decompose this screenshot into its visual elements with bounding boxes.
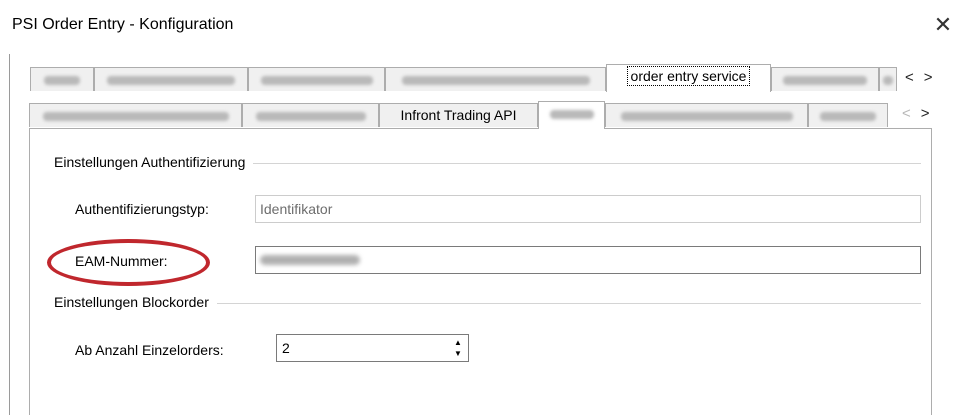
order-count-spinner[interactable]: 2 ▲ ▼ xyxy=(276,334,469,362)
tab-order-entry-service-label: order entry service xyxy=(626,66,751,86)
tab-row1-6[interactable] xyxy=(771,67,879,91)
tab-row2-5[interactable] xyxy=(605,103,808,127)
highlight-ellipse xyxy=(47,239,210,286)
tab-row2-2[interactable] xyxy=(242,103,379,127)
chevron-left-icon[interactable]: < xyxy=(905,69,924,86)
group-title-blockorder: Einstellungen Blockorder xyxy=(54,294,217,310)
tab-infront-trading-api[interactable]: Infront Trading API xyxy=(379,103,538,127)
group-title-authentication: Einstellungen Authentifizierung xyxy=(54,154,254,170)
auth-type-label: Authentifizierungstyp: xyxy=(75,201,209,217)
close-icon[interactable]: ✕ xyxy=(930,12,956,38)
eam-number-value-redacted xyxy=(260,255,360,266)
tab-row2-1[interactable] xyxy=(29,103,242,127)
order-count-label: Ab Anzahl Einzelorders: xyxy=(75,342,224,358)
tab-scroll-arrows-row1[interactable]: <> xyxy=(905,69,943,86)
tab-row1-3[interactable] xyxy=(248,67,385,91)
tab-row2-6[interactable] xyxy=(808,103,888,127)
spin-up-icon[interactable]: ▲ xyxy=(450,337,466,348)
auth-type-field: Identifikator xyxy=(255,195,921,223)
tab-order-entry-service[interactable]: order entry service xyxy=(606,64,771,92)
spinner-buttons: ▲ ▼ xyxy=(450,337,466,359)
tab-infront-trading-api-label: Infront Trading API xyxy=(400,107,517,123)
dialog-border xyxy=(9,54,10,415)
title-bar: PSI Order Entry - Konfiguration ✕ xyxy=(0,0,960,54)
tab-scroll-arrows-row2[interactable]: <> xyxy=(902,105,940,122)
tab-row1-7[interactable] xyxy=(879,67,897,91)
tab-row1-2[interactable] xyxy=(94,67,248,91)
tab-row1-4[interactable] xyxy=(385,67,606,91)
tab-row1-1[interactable] xyxy=(30,67,94,91)
order-count-value: 2 xyxy=(282,340,290,356)
chevron-left-icon[interactable]: < xyxy=(902,105,921,122)
spin-down-icon[interactable]: ▼ xyxy=(450,348,466,359)
chevron-right-icon[interactable]: > xyxy=(924,69,943,86)
tab-row2-active[interactable] xyxy=(538,101,605,129)
window-title: PSI Order Entry - Konfiguration xyxy=(12,16,234,33)
chevron-right-icon[interactable]: > xyxy=(921,105,940,122)
eam-number-input[interactable] xyxy=(255,246,921,274)
